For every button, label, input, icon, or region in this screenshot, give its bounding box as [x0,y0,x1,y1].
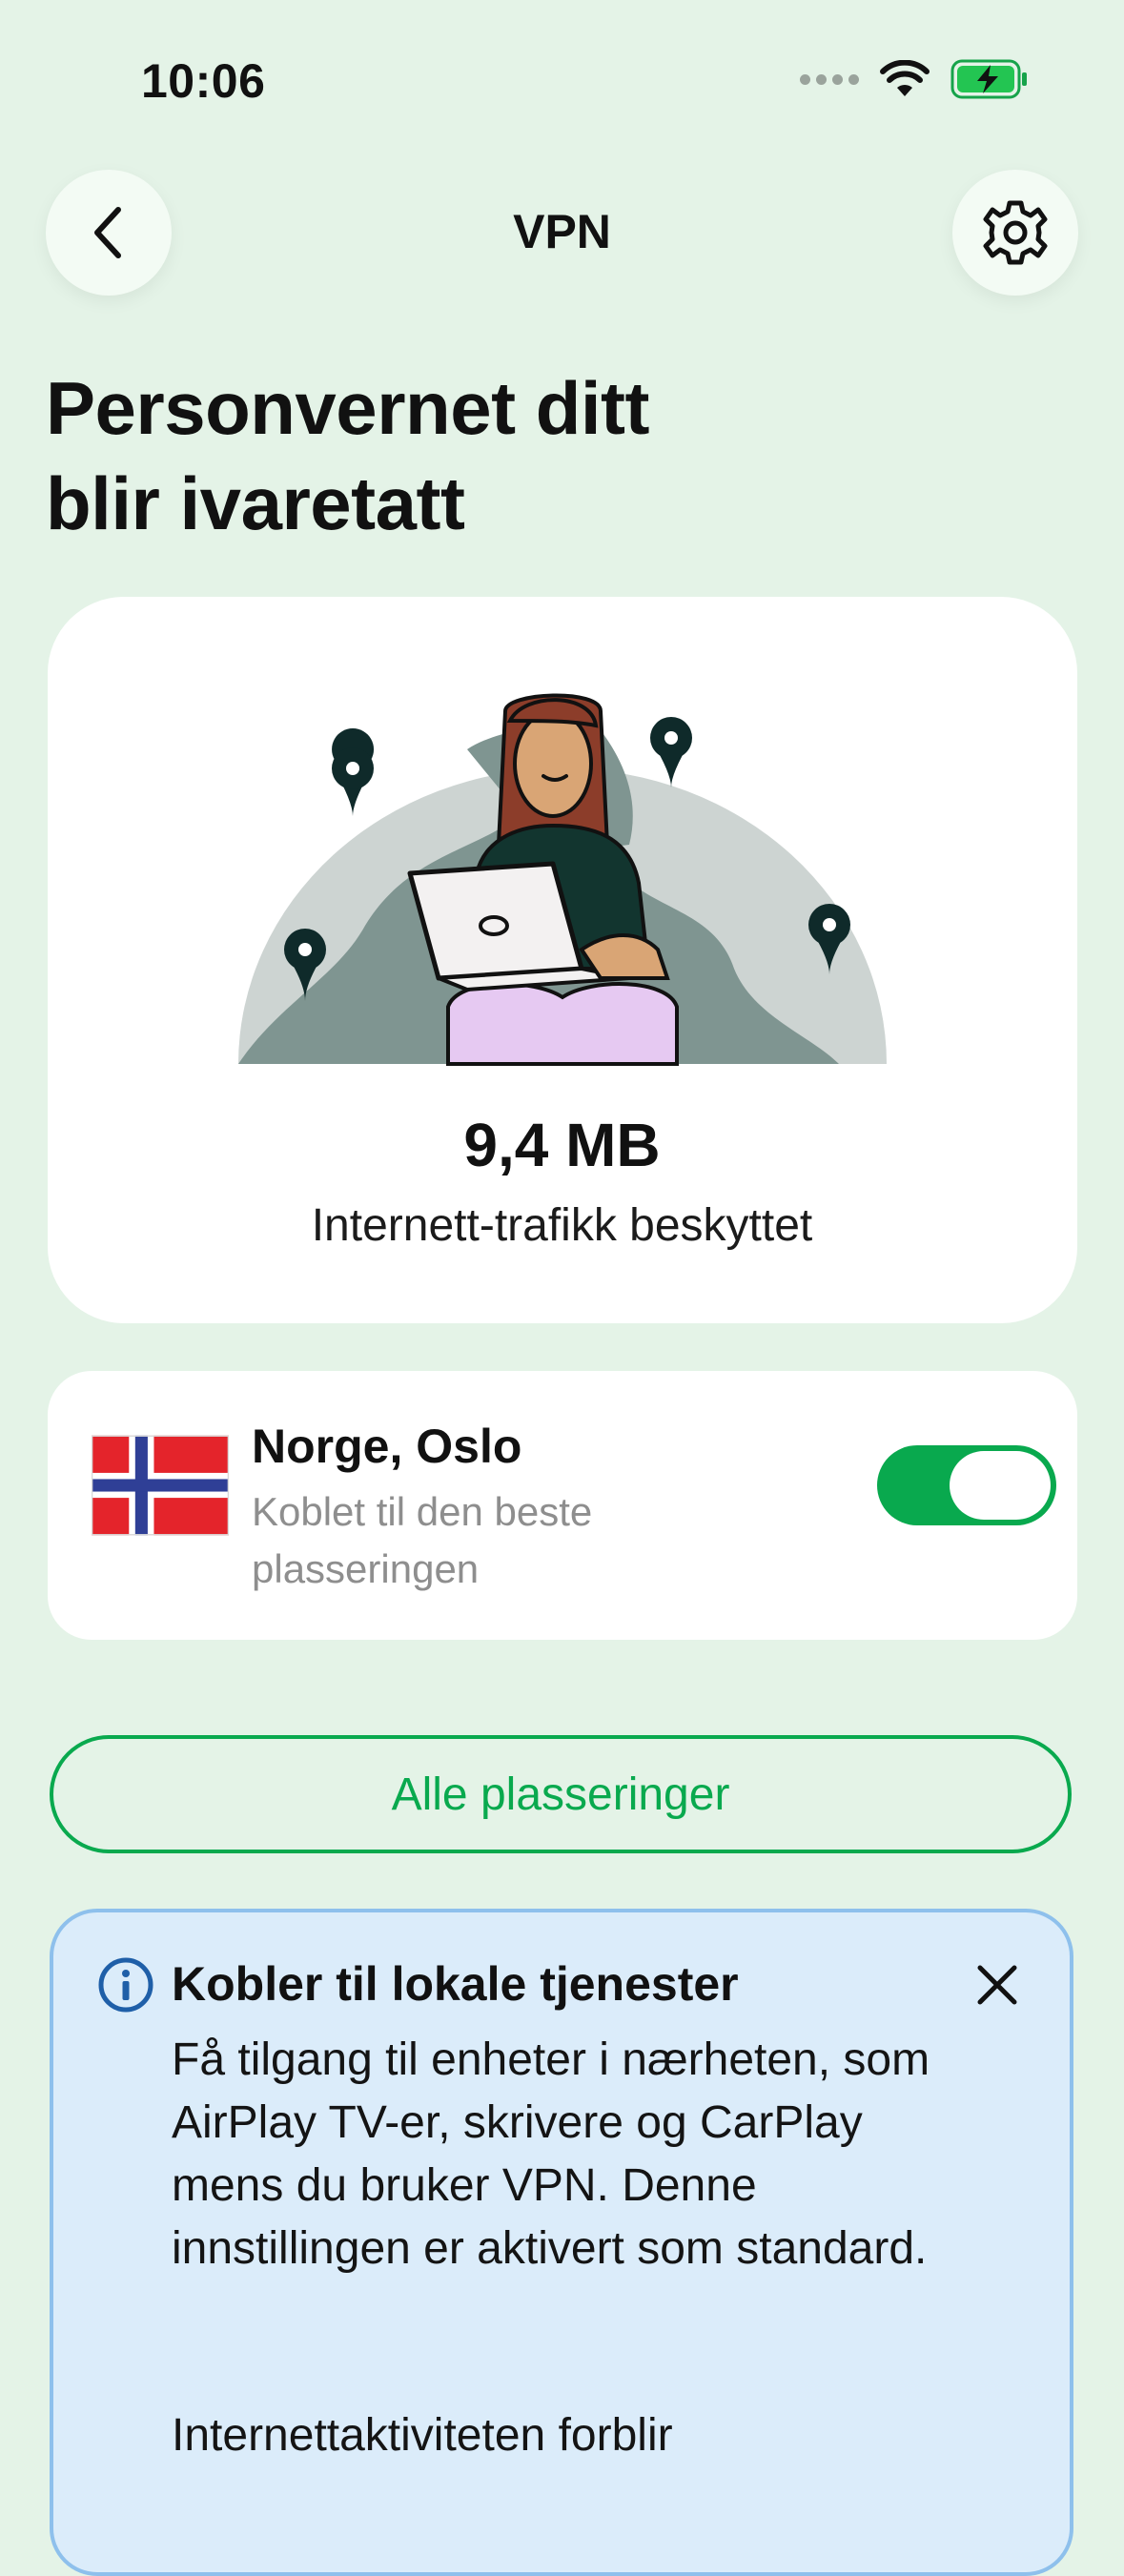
info-title: Kobler til lokale tjenester [172,1957,739,2011]
status-time: 10:06 [141,54,266,108]
info-body: Få tilgang til enheter i nærheten, som A… [172,2034,930,2274]
norway-flag-icon [92,1435,229,1536]
settings-button[interactable] [952,170,1078,296]
info-icon [98,1957,153,2013]
close-icon[interactable] [971,1958,1024,2012]
location-status: Koblet til den beste plasseringen [252,1489,593,1591]
gear-icon [983,200,1048,265]
protected-traffic-value: 9,4 MB [463,1111,661,1179]
protected-traffic-label: Internett-trafikk beskyttet [311,1200,813,1251]
vpn-illustration [238,693,887,1066]
headline-line-1: Personvernet ditt [46,366,649,450]
headline-line-2: blir ivaretatt [46,461,465,545]
wifi-icon [880,60,930,96]
location-name: Norge, Oslo [252,1420,522,1473]
vpn-toggle-knob [950,1451,1051,1520]
info-body-continued: Internettaktiviteten forblir [172,2410,673,2461]
headline: Personvernet ditt blir ivaretatt [46,360,904,551]
cellular-signal-icon [800,73,859,85]
all-locations-button[interactable]: Alle plasseringer [50,1735,1072,1853]
vpn-toggle[interactable] [877,1445,1056,1525]
status-icons [800,59,1029,99]
battery-charging-icon [950,59,1027,99]
